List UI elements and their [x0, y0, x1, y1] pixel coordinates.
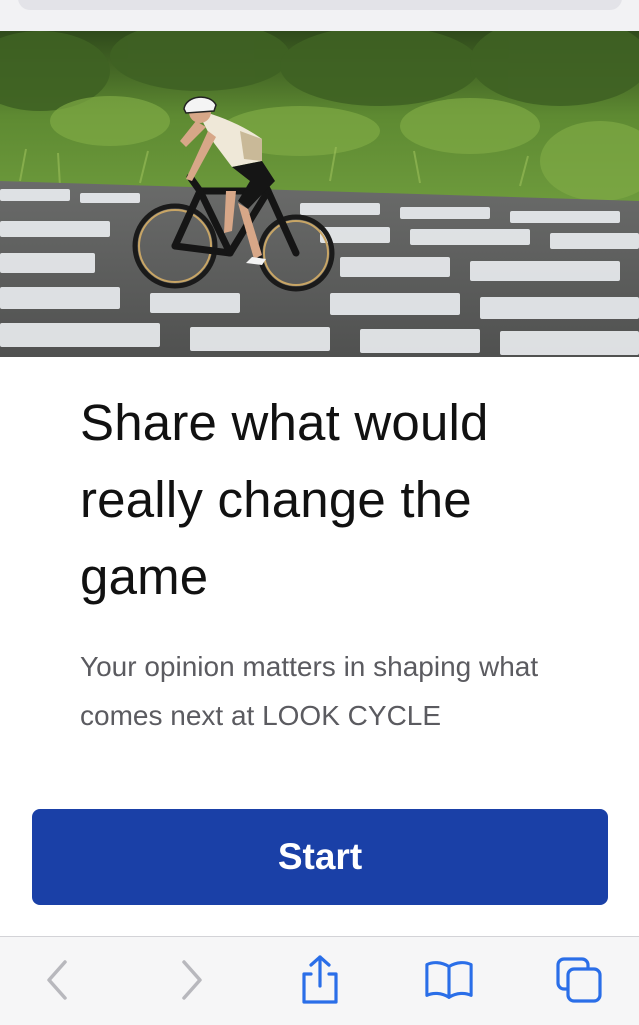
bookmarks-icon: [425, 961, 473, 999]
start-button[interactable]: Start: [32, 809, 608, 905]
forward-button[interactable]: [166, 955, 216, 1005]
hero-image: [0, 31, 639, 357]
address-bar[interactable]: [18, 0, 622, 10]
browser-top-bar: [0, 0, 639, 31]
back-button[interactable]: [33, 955, 83, 1005]
tabs-button[interactable]: [554, 955, 604, 1005]
share-icon: [302, 955, 338, 1004]
chevron-right-icon: [182, 960, 202, 1000]
headline: Share what would really change the game: [80, 394, 489, 605]
bookmarks-button[interactable]: [424, 955, 474, 1005]
share-button[interactable]: [295, 955, 345, 1005]
cyclist-illustration: [0, 31, 639, 357]
subtext: Your opinion matters in shaping what com…: [80, 651, 539, 731]
chevron-left-icon: [47, 960, 67, 1000]
tabs-icon: [556, 957, 602, 1003]
browser-toolbar: [0, 936, 639, 1025]
